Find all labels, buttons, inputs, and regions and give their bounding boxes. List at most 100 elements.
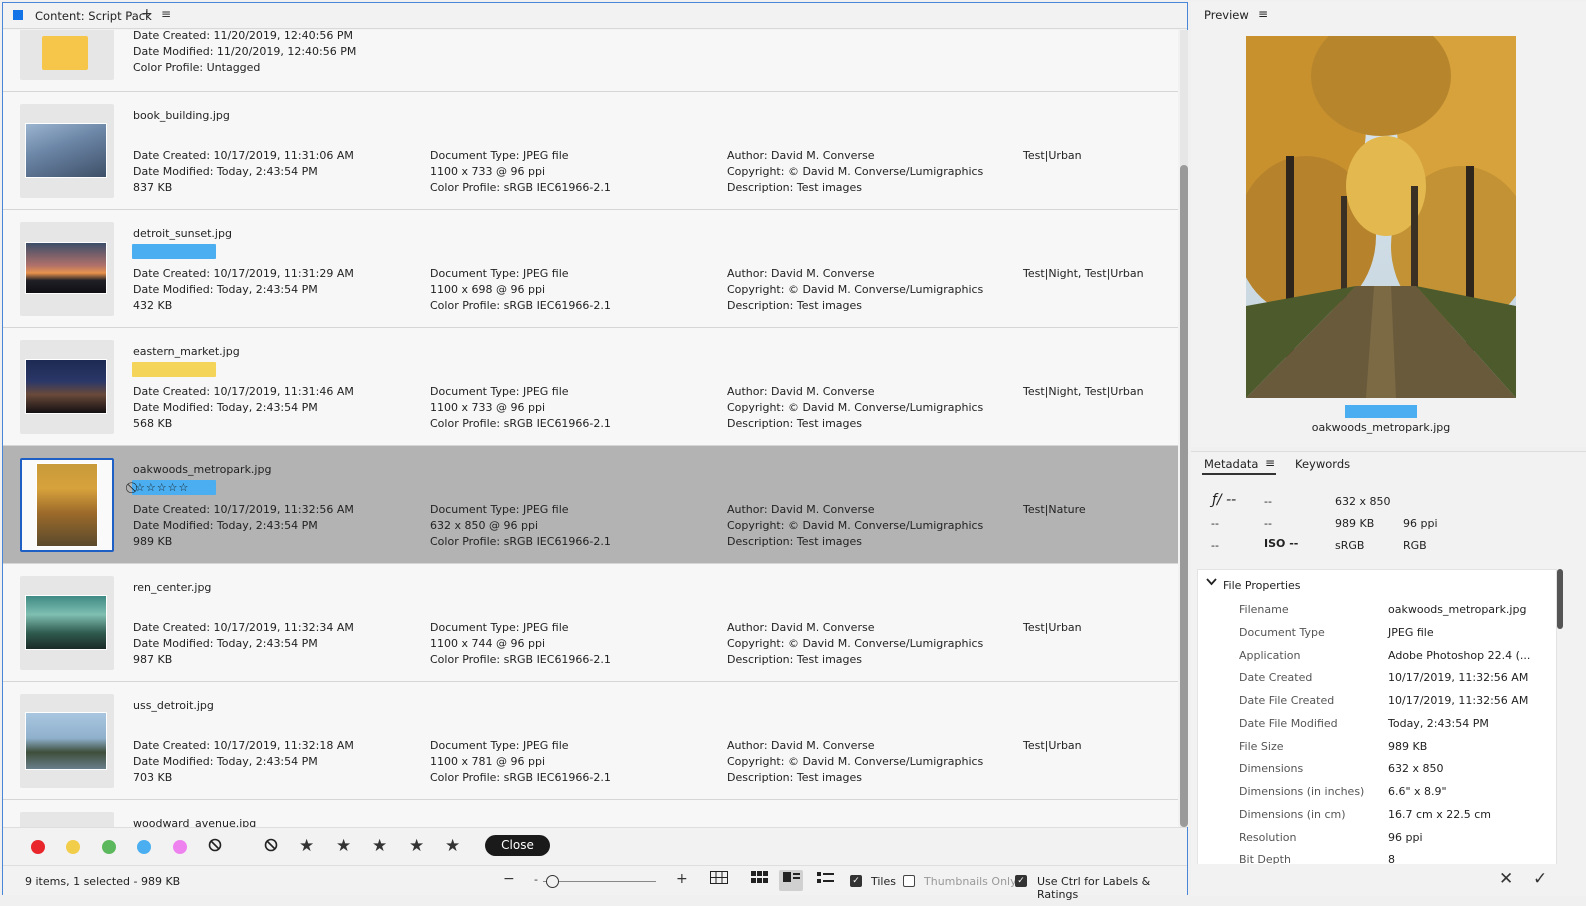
date-created: Date Created: 10/17/2019, 11:31:29 AM <box>133 267 354 280</box>
label-purple-filter[interactable] <box>173 840 187 854</box>
tiles-checkbox[interactable]: ✓ <box>850 875 862 887</box>
folder-icon <box>42 36 88 70</box>
prop-value: 6.6" x 8.9" <box>1388 785 1447 798</box>
zoom-out-icon[interactable]: − <box>503 871 515 887</box>
list-item[interactable]: eastern_market.jpg Date Created: 10/17/2… <box>3 328 1178 446</box>
cancel-icon[interactable]: ✕ <box>1499 869 1513 889</box>
quickview-dimensions: 632 x 850 <box>1335 495 1391 508</box>
date-created: Date Created: 10/17/2019, 11:32:56 AM <box>133 503 354 516</box>
color-profile: Color Profile: sRGB IEC61966-2.1 <box>430 417 611 430</box>
content-tab[interactable]: Content: Script Pack <box>35 9 152 23</box>
date-created: Date Created: 10/17/2019, 11:32:34 AM <box>133 621 354 634</box>
chevron-down-icon[interactable] <box>1206 576 1217 589</box>
prop-key: Date Created <box>1239 671 1313 684</box>
scrollbar-thumb[interactable] <box>1180 165 1188 827</box>
view-list-icon[interactable] <box>813 870 837 891</box>
tab-keywords[interactable]: Keywords <box>1295 457 1350 471</box>
preview-tab[interactable]: Preview <box>1204 8 1249 22</box>
prop-value[interactable]: oakwoods_metropark.jpg <box>1388 603 1526 616</box>
list-item[interactable]: uss_detroit.jpg Date Created: 10/17/2019… <box>3 682 1178 800</box>
preview-menu-icon[interactable]: ≡ <box>1258 7 1268 21</box>
row-doc-info: Document Type: JPEG file 1100 x 733 @ 96… <box>430 148 611 196</box>
list-item-selected[interactable]: oakwoods_metropark.jpg ⃠☆☆☆☆☆ Date Creat… <box>3 446 1178 564</box>
date-created: Date Created: 11/20/2019, 12:40:56 PM <box>133 30 353 42</box>
confirm-icon[interactable]: ✓ <box>1533 869 1547 889</box>
star-3-icon[interactable]: ★ <box>372 836 387 856</box>
thumbnail-image <box>25 123 107 178</box>
rating-stars[interactable]: ⃠☆☆☆☆☆ <box>132 480 216 495</box>
row-dates: Date Created: 11/20/2019, 12:40:56 PM Da… <box>133 30 356 76</box>
prop-key: Resolution <box>1239 831 1297 844</box>
color-label-bar <box>132 244 216 259</box>
add-tab-icon[interactable]: + <box>141 6 153 22</box>
color-label-bar <box>132 362 216 377</box>
zoom-in-icon[interactable]: + <box>676 871 688 887</box>
row-doc-info: Document Type: JPEG file 1100 x 744 @ 96… <box>430 620 611 668</box>
thumbnails-only-checkbox[interactable] <box>903 875 915 887</box>
file-name: detroit_sunset.jpg <box>133 227 232 240</box>
date-modified: Date Modified: Today, 2:43:54 PM <box>133 165 318 178</box>
star-1-icon[interactable]: ★ <box>299 836 314 856</box>
list-item[interactable]: ren_center.jpg Date Created: 10/17/2019,… <box>3 564 1178 682</box>
list-item[interactable]: detroit_sunset.jpg Date Created: 10/17/2… <box>3 210 1178 328</box>
tiles-label: Tiles <box>871 875 896 888</box>
quickview-ppi: 96 ppi <box>1403 517 1438 530</box>
ctrl-labels-checkbox[interactable]: ✓ <box>1015 875 1027 887</box>
no-label-icon[interactable] <box>208 838 222 856</box>
thumbnail[interactable] <box>20 812 114 827</box>
color-profile: Color Profile: sRGB IEC61966-2.1 <box>430 653 611 666</box>
thumbnail[interactable] <box>20 576 114 670</box>
label-blue-filter[interactable] <box>137 840 151 854</box>
thumbnail[interactable] <box>20 694 114 788</box>
close-button[interactable]: Close <box>485 835 550 856</box>
copyright: Copyright: © David M. Converse/Lumigraph… <box>727 637 984 650</box>
star-5-icon[interactable]: ★ <box>445 836 460 856</box>
list-item[interactable]: Date Created: 11/20/2019, 12:40:56 PM Da… <box>3 30 1178 92</box>
aperture-value: ƒ/ -- <box>1212 492 1237 508</box>
metadata-menu-icon[interactable]: ≡ <box>1265 456 1275 470</box>
content-scrollbar[interactable] <box>1180 30 1188 827</box>
metadata-scrollbar-thumb[interactable] <box>1557 569 1563 629</box>
prop-value: 10/17/2019, 11:32:56 AM <box>1388 694 1529 707</box>
row-doc-info: Document Type: JPEG file 1100 x 698 @ 96… <box>430 266 611 314</box>
section-title[interactable]: File Properties <box>1223 579 1301 592</box>
copyright: Copyright: © David M. Converse/Lumigraph… <box>727 519 984 532</box>
color-profile: Color Profile: sRGB IEC61966-2.1 <box>430 535 611 548</box>
dimensions: 1100 x 733 @ 96 ppi <box>430 401 546 414</box>
prop-key: Date File Modified <box>1239 717 1338 730</box>
zoom-slider-track[interactable] <box>543 881 656 882</box>
view-details-icon[interactable] <box>779 870 803 891</box>
quickview-colorspace: sRGB <box>1335 539 1365 552</box>
content-list[interactable]: Date Created: 11/20/2019, 12:40:56 PM Da… <box>3 30 1178 827</box>
thumbnail[interactable] <box>20 458 114 552</box>
thumbnail[interactable] <box>20 340 114 434</box>
star-4-icon[interactable]: ★ <box>409 836 424 856</box>
tab-metadata[interactable]: Metadata <box>1204 457 1258 471</box>
thumbnail[interactable] <box>20 30 114 80</box>
prop-value: Adobe Photoshop 22.4 (... <box>1388 649 1531 662</box>
label-green-filter[interactable] <box>102 840 116 854</box>
thumbnail[interactable] <box>20 222 114 316</box>
panel-menu-icon[interactable]: ≡ <box>161 7 171 21</box>
row-doc-info: Document Type: JPEG file 1100 x 733 @ 96… <box>430 384 611 432</box>
thumbnail[interactable] <box>20 104 114 198</box>
grid-lock-icon[interactable] <box>707 870 731 891</box>
list-item[interactable]: woodward_avenue.jpg <box>3 800 1178 827</box>
star-2-icon[interactable]: ★ <box>336 836 351 856</box>
label-yellow-filter[interactable] <box>66 840 80 854</box>
copyright: Copyright: © David M. Converse/Lumigraph… <box>727 283 984 296</box>
row-iptc: Author: David M. Converse Copyright: © D… <box>727 384 983 432</box>
row-iptc: Author: David M. Converse Copyright: © D… <box>727 148 983 196</box>
view-thumbnails-icon[interactable] <box>747 870 771 891</box>
document-type: Document Type: JPEG file <box>430 385 569 398</box>
zoom-slider-thumb[interactable] <box>546 875 559 888</box>
label-red-filter[interactable] <box>31 840 45 854</box>
prop-value: 989 KB <box>1388 740 1428 753</box>
preview-image[interactable] <box>1246 36 1516 398</box>
list-item[interactable]: book_building.jpg Date Created: 10/17/20… <box>3 92 1178 210</box>
color-profile: Color Profile: sRGB IEC61966-2.1 <box>430 299 611 312</box>
file-size: 989 KB <box>133 535 173 548</box>
dialog-actions: ✕ ✓ <box>1191 864 1586 896</box>
no-rating-icon[interactable] <box>264 838 278 856</box>
bridge-window: Content: Script Pack + ≡ Date Created: 1… <box>0 0 1586 906</box>
